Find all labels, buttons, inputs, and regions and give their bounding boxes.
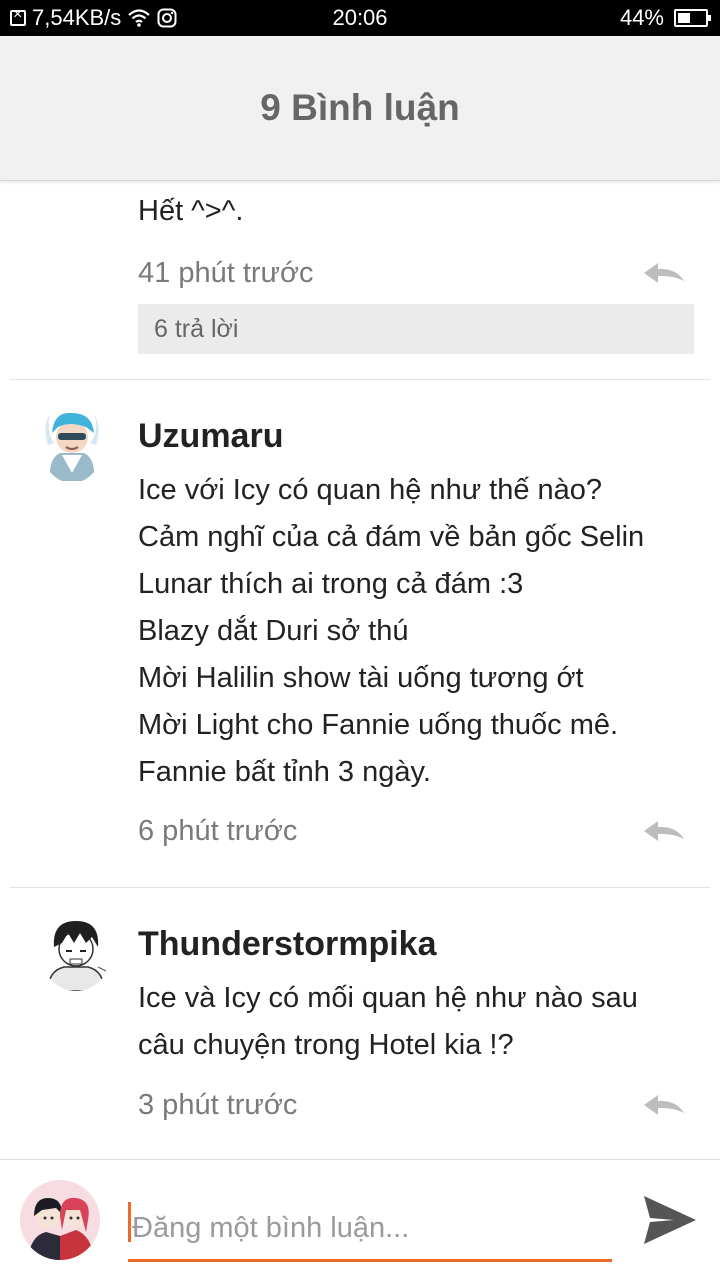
- comment-line: Mời Light cho Fannie uống thuốc mê.: [138, 709, 619, 741]
- comment-body: Ice với Icy có quan hệ như thế nào? Cảm …: [138, 467, 644, 796]
- reply-icon[interactable]: [642, 1093, 686, 1117]
- comment-line: Mời Halilin show tài uống tương ớt: [138, 662, 584, 694]
- comment-list[interactable]: Hết ^>^. 41 phút trước 6 trả lời Uzumaru…: [10, 181, 710, 1159]
- comment-time: 41 phút trước: [138, 257, 314, 289]
- battery-icon: [674, 9, 711, 27]
- comment-time: 3 phút trước: [138, 1089, 298, 1121]
- reply-icon[interactable]: [642, 261, 686, 285]
- comment-time: 6 phút trước: [138, 815, 298, 847]
- comment-item: Thunderstormpika Ice và Icy có mối quan …: [10, 887, 710, 1159]
- comment-item: Hết ^>^. 41 phút trước 6 trả lời: [10, 181, 710, 380]
- comment-username[interactable]: Uzumaru: [138, 417, 283, 456]
- comment-item: Uzumaru Ice với Icy có quan hệ như thế n…: [10, 379, 710, 888]
- comment-body: Ice và Icy có mối quan hệ như nào sau câ…: [138, 975, 638, 1069]
- view-replies-button[interactable]: 6 trả lời: [138, 304, 694, 354]
- status-bar: 7,54KB/s 20:06 44%: [0, 0, 720, 36]
- comment-input[interactable]: [128, 1198, 612, 1262]
- avatar: [40, 911, 112, 991]
- comment-line: Lunar thích ai trong cả đám :3: [138, 568, 524, 600]
- battery-percent: 44%: [619, 5, 664, 30]
- status-right: 44%: [619, 5, 711, 31]
- comments-header: 9 Bình luận: [0, 36, 720, 181]
- comment-line: câu chuyện trong Hotel kia !?: [138, 1029, 514, 1061]
- avatar: [40, 403, 104, 483]
- comment-line: Ice và Icy có mối quan hệ như nào sau: [138, 982, 638, 1014]
- page-title: 9 Bình luận: [260, 87, 460, 128]
- comment-text-partial: Hết ^>^.: [138, 195, 244, 227]
- comment-line: Ice với Icy có quan hệ như thế nào?: [138, 474, 603, 506]
- comment-composer: [0, 1159, 720, 1281]
- comment-line: Fannie bất tỉnh 3 ngày.: [138, 756, 431, 788]
- comment-line: Blazy dắt Duri sở thú: [138, 615, 409, 647]
- comment-line: Cảm nghĩ của cả đám về bản gốc Selin: [138, 521, 645, 553]
- user-avatar: [20, 1180, 100, 1260]
- reply-icon[interactable]: [642, 819, 686, 843]
- send-icon[interactable]: [640, 1190, 700, 1250]
- comment-username[interactable]: Thunderstormpika: [138, 925, 436, 964]
- status-time: 20:06: [332, 5, 388, 30]
